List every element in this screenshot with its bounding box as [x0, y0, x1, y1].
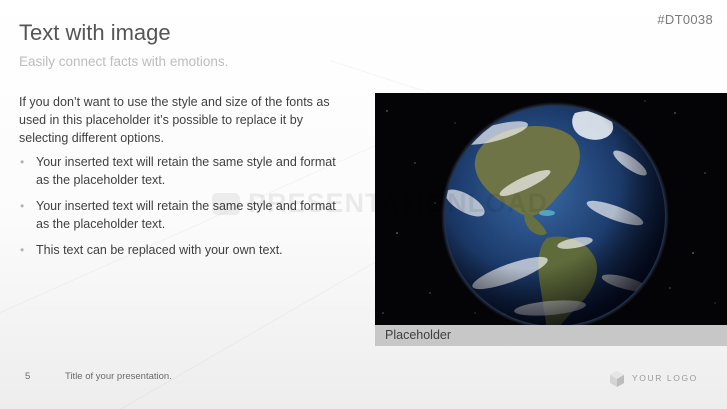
bullet-item: • This text can be replaced with your own… — [19, 241, 337, 259]
hexagon-logo-icon — [610, 371, 624, 387]
slide-code: #DT0038 — [657, 12, 713, 27]
footer-presentation-title[interactable]: Title of your presentation. — [65, 371, 172, 382]
slide-subtitle[interactable]: Easily connect facts with emotions. — [19, 54, 228, 69]
bullet-dot-icon: • — [20, 155, 25, 169]
watermark-text: PRESENTATIONLOAD — [248, 188, 549, 218]
bullet-dot-icon: • — [20, 243, 25, 257]
bullet-dot-icon: • — [20, 199, 25, 213]
logo-text: YOUR LOGO — [632, 373, 698, 383]
text-placeholder[interactable]: If you don’t want to use the style and s… — [19, 93, 337, 267]
slide: #DT0038 Text with image Easily connect f… — [0, 0, 727, 409]
bullet-text: This text can be replaced with your own … — [36, 243, 283, 257]
page-number: 5 — [25, 371, 31, 382]
bullet-text: Your inserted text will retain the same … — [36, 155, 336, 187]
bullet-item: • Your inserted text will retain the same… — [19, 153, 337, 189]
image-caption[interactable]: Placeholder — [375, 325, 727, 346]
watermark: PRESENTATIONLOAD — [212, 188, 548, 219]
intro-paragraph: If you don’t want to use the style and s… — [19, 95, 330, 145]
slide-title[interactable]: Text with image — [19, 20, 171, 46]
